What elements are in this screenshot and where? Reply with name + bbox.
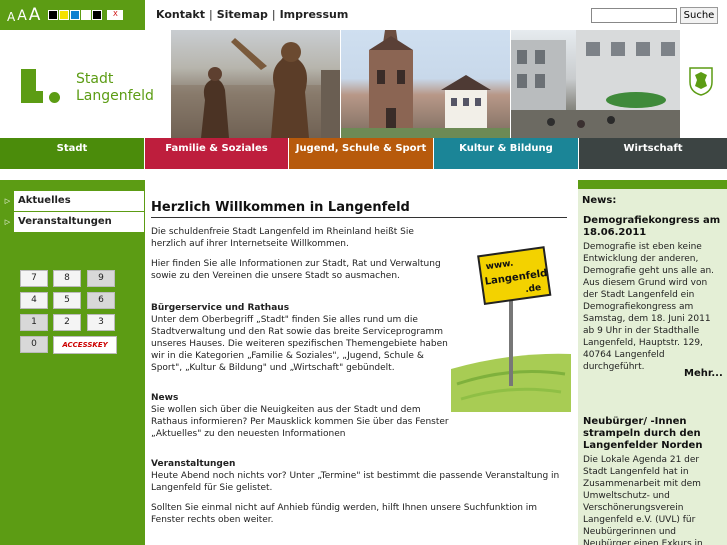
search-input[interactable] <box>591 8 677 23</box>
news-item-text: Demografie ist eben keine Entwicklung de… <box>583 242 715 372</box>
accesskey-5[interactable]: 5 <box>53 292 81 309</box>
logo-text: Stadt Langenfeld <box>76 71 154 105</box>
news-text: Sie wollen sich über die Neuigkeiten aus… <box>151 405 449 439</box>
nav-stadt[interactable]: Stadt <box>0 138 144 169</box>
accesskey-0[interactable]: 0 <box>20 336 48 353</box>
accesskey-8[interactable]: 8 <box>53 270 81 287</box>
separator: | <box>271 8 276 21</box>
accesskey-1[interactable]: 1 <box>20 314 48 331</box>
contrast-yellow-swatch[interactable] <box>59 10 70 20</box>
intro-text: Die schuldenfreie Stadt Langenfeld im Rh… <box>151 227 414 249</box>
nav-label: Stadt <box>56 143 88 154</box>
page-title: Herzlich Willkommen in Langenfeld <box>151 200 567 218</box>
nav-label: Jugend, Schule & Sport <box>295 143 427 154</box>
accesskey-logo-button[interactable]: ACCESSKEY <box>53 336 117 354</box>
accessibility-bar: A A A X <box>0 0 145 30</box>
nav-label: Kultur & Bildung <box>459 143 553 154</box>
service-heading: Bürgerservice und Rathaus <box>151 303 290 313</box>
contrast-blue-swatch[interactable] <box>70 10 81 20</box>
nav-label: Wirtschaft <box>623 143 683 154</box>
font-size-small-button[interactable]: A <box>7 11 15 23</box>
news-sidebar-top-bar <box>578 180 727 189</box>
contrast-dark-swatch[interactable] <box>92 10 103 20</box>
sidebar-item-veranstaltungen[interactable]: ▷ Veranstaltungen <box>1 212 144 232</box>
news-sidebar: News: Demografiekongress am 18.06.2011 D… <box>578 180 727 545</box>
sidebar-item-label: Aktuelles <box>18 195 71 206</box>
header-photo-street <box>511 30 680 138</box>
service-text: Unter dem Oberbegriff „Stadt" finden Sie… <box>151 315 448 373</box>
news-label: News: <box>582 195 617 206</box>
events-text: Heute Abend noch nichts vor? Unter „Term… <box>151 471 560 493</box>
nav-familie-soziales[interactable]: Familie & Soziales <box>145 138 288 169</box>
header-photo-church <box>341 30 510 138</box>
events-section: Veranstaltungen Heute Abend noch nichts … <box>151 458 569 494</box>
contrast-white-swatch[interactable] <box>81 10 92 20</box>
accesskey-3[interactable]: 3 <box>87 314 115 331</box>
sidebar-item-label: Veranstaltungen <box>18 216 112 227</box>
news-section: News Sie wollen sich über die Neuigkeite… <box>151 392 451 440</box>
left-sidebar: ▷ Aktuelles ▷ Veranstaltungen 7 8 9 4 5 … <box>0 180 145 545</box>
search-button[interactable]: Suche <box>680 7 718 24</box>
main-content: Herzlich Willkommen in Langenfeld Die sc… <box>145 180 578 545</box>
logo-dot-icon <box>49 92 60 103</box>
news-item-text: Die Lokale Agenda 21 der Stadt Langenfel… <box>583 455 703 545</box>
kontakt-link[interactable]: Kontakt <box>156 8 205 21</box>
logo-line-2: Langenfeld <box>76 88 154 104</box>
logo-line-1: Stadt <box>76 71 114 87</box>
coat-of-arms-icon <box>689 67 713 96</box>
accesskey-6[interactable]: 6 <box>87 292 115 309</box>
town-sign-image: www. Langenfeld .de <box>451 246 571 412</box>
arrow-right-icon: ▷ <box>1 212 14 232</box>
header-photo-statues <box>171 30 340 138</box>
logo-mark-foot <box>21 91 43 103</box>
sitemap-link[interactable]: Sitemap <box>217 8 268 21</box>
nav-label: Familie & Soziales <box>165 143 268 154</box>
accesskey-4[interactable]: 4 <box>20 292 48 309</box>
nav-jugend-schule-sport[interactable]: Jugend, Schule & Sport <box>289 138 433 169</box>
font-size-medium-button[interactable]: A <box>17 9 27 23</box>
top-bar: A A A X Kontakt | Sitemap | Impressum Suche <box>0 0 727 30</box>
service-section: Bürgerservice und Rathaus Unter dem Ober… <box>151 302 451 374</box>
nav-kultur-bildung[interactable]: Kultur & Bildung <box>434 138 578 169</box>
top-links: Kontakt | Sitemap | Impressum <box>156 8 348 21</box>
arrow-right-icon: ▷ <box>1 191 14 211</box>
news-heading: News <box>151 393 179 403</box>
sidebar-item-aktuelles[interactable]: ▷ Aktuelles <box>1 191 144 211</box>
header: Stadt Langenfeld <box>0 30 727 138</box>
contrast-switcher: X <box>48 10 124 20</box>
accesskey-7[interactable]: 7 <box>20 270 48 287</box>
contrast-black-swatch[interactable] <box>48 10 59 20</box>
more-link[interactable]: Mehr... <box>684 368 723 379</box>
separator: | <box>208 8 213 21</box>
search-hint-text: Sollten Sie einmal nicht auf Anhieb fünd… <box>151 503 538 525</box>
info-text: Hier finden Sie alle Informationen zur S… <box>151 259 441 281</box>
news-item-title[interactable]: Demografiekongress am 18.06.2011 <box>583 215 723 239</box>
accesskey-9[interactable]: 9 <box>87 270 115 287</box>
accesskey-2[interactable]: 2 <box>53 314 81 331</box>
contrast-reset-button[interactable]: X <box>107 10 124 20</box>
font-size-large-button[interactable]: A <box>29 6 41 24</box>
impressum-link[interactable]: Impressum <box>280 8 349 21</box>
news-item-title[interactable]: Neubürger/ -Innen strampeln durch den La… <box>583 416 723 452</box>
nav-wirtschaft[interactable]: Wirtschaft <box>579 138 727 169</box>
main-navigation: Stadt Familie & Soziales Jugend, Schule … <box>0 138 727 169</box>
events-heading: Veranstaltungen <box>151 459 236 469</box>
